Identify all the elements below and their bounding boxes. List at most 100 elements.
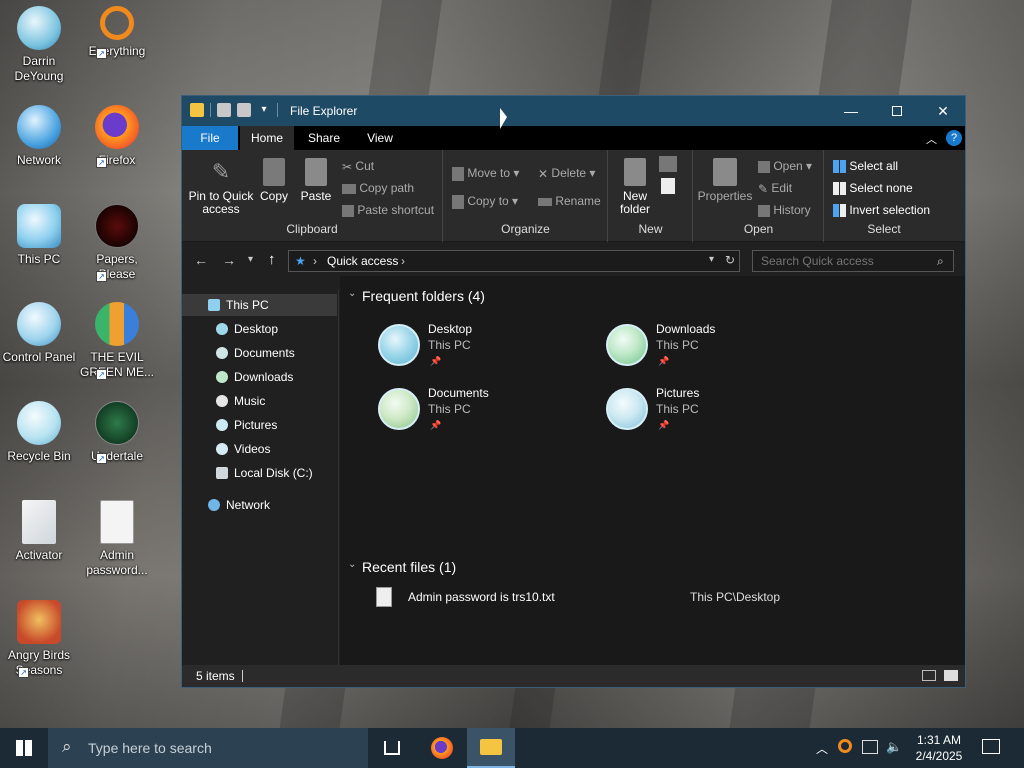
tab-file[interactable]: File bbox=[182, 126, 238, 150]
frequent-folder-desktop[interactable]: Desktop This PC 📌 bbox=[378, 320, 588, 376]
sidebar-item-music[interactable]: Music bbox=[182, 390, 337, 412]
task-view-button[interactable] bbox=[368, 728, 416, 768]
refresh-icon[interactable]: ↻ bbox=[725, 253, 735, 267]
notifications-icon[interactable] bbox=[982, 739, 1000, 754]
volume-icon[interactable]: 🔈 bbox=[886, 739, 902, 755]
paste-shortcut-button[interactable]: Paste shortcut bbox=[342, 203, 434, 217]
organize-group: Move to ▾ Copy to ▾ ✕ Delete ▾ Rename Or… bbox=[444, 150, 608, 242]
new-item-button[interactable] bbox=[659, 156, 677, 172]
open-button[interactable]: Open ▾ bbox=[758, 159, 812, 173]
sidebar-item-label: Downloads bbox=[234, 370, 294, 384]
sidebar-item-desktop[interactable]: Desktop bbox=[182, 318, 337, 340]
copy-path-button[interactable]: Copy path bbox=[342, 181, 414, 195]
delete-button[interactable]: ✕ Delete ▾ bbox=[538, 166, 595, 181]
toolbar-divider bbox=[277, 103, 278, 117]
pin-quick-access-button[interactable]: ✎ Pin to Quick access bbox=[188, 158, 254, 216]
new-folder-button[interactable]: New folder bbox=[615, 158, 655, 216]
invert-selection-button[interactable]: Invert selection bbox=[833, 203, 930, 218]
recent-locations-icon[interactable]: ▾ bbox=[248, 254, 253, 265]
sidebar-item-local-disk[interactable]: Local Disk (C:) bbox=[182, 462, 337, 484]
desktop-icon-activator[interactable]: Activator bbox=[0, 500, 78, 563]
tab-view[interactable]: View bbox=[354, 126, 406, 150]
easy-access-button[interactable] bbox=[661, 178, 675, 194]
taskbar-search[interactable]: ⌕ Type here to search bbox=[48, 728, 368, 768]
forward-icon[interactable]: → bbox=[222, 252, 236, 268]
desktop-icon-network[interactable]: Network bbox=[0, 105, 78, 168]
desktop-icon-evil-green-me[interactable]: ↗ THE EVIL GREEN ME... bbox=[78, 302, 156, 380]
address-bar[interactable]: ★ › Quick access › ▾ ↻ bbox=[288, 250, 740, 272]
desktop-icon-admin-password[interactable]: Admin password... bbox=[78, 500, 156, 578]
folder-icon bbox=[190, 103, 204, 117]
desktop-icon-user-folder[interactable]: Darrin DeYoung bbox=[0, 6, 78, 84]
folder-location: This PC bbox=[428, 402, 471, 416]
minimize-button[interactable]: — bbox=[828, 96, 874, 126]
sidebar-item-pictures[interactable]: Pictures bbox=[182, 414, 337, 436]
address-location: Quick access bbox=[327, 254, 399, 268]
chevron-up-icon[interactable]: ︿ bbox=[926, 131, 937, 147]
properties-button[interactable]: Properties bbox=[696, 158, 754, 203]
tab-share[interactable]: Share bbox=[296, 126, 352, 150]
sidebar-item-documents[interactable]: Documents bbox=[182, 342, 337, 364]
large-icons-view-icon[interactable] bbox=[944, 670, 958, 681]
sidebar-item-downloads[interactable]: Downloads bbox=[182, 366, 337, 388]
edit-button[interactable]: ✎ Edit bbox=[758, 181, 792, 196]
maximize-button[interactable] bbox=[874, 96, 920, 126]
sidebar-item-network[interactable]: Network bbox=[182, 494, 337, 516]
rename-button[interactable]: Rename bbox=[538, 194, 601, 208]
sidebar-item-label: Videos bbox=[234, 442, 271, 456]
desktop-icon-papers-please[interactable]: ↗ Papers, Please bbox=[78, 204, 156, 282]
close-button[interactable]: ✕ bbox=[920, 96, 966, 126]
back-icon[interactable]: ← bbox=[194, 252, 208, 268]
move-to-button[interactable]: Move to ▾ bbox=[452, 166, 519, 181]
copy-to-button[interactable]: Copy to ▾ bbox=[452, 194, 518, 209]
select-none-button[interactable]: Select none bbox=[833, 181, 913, 196]
desktop-icon-firefox[interactable]: ↗ Firefox bbox=[78, 105, 156, 168]
title-bar[interactable]: ▾ File Explorer — ✕ bbox=[182, 96, 965, 126]
history-button[interactable]: History bbox=[758, 203, 811, 217]
desktop-icon-angry-birds[interactable]: ↗ Angry Birds Seasons bbox=[0, 600, 78, 678]
sidebar-item-videos[interactable]: Videos bbox=[182, 438, 337, 460]
chevron-down-icon[interactable]: ▾ bbox=[709, 254, 714, 265]
details-view-icon[interactable] bbox=[922, 670, 936, 681]
frequent-folders-header[interactable]: Frequent folders (4) bbox=[362, 288, 485, 304]
network-tray-icon[interactable] bbox=[862, 740, 878, 754]
chevron-down-icon[interactable]: ⌄ bbox=[348, 288, 356, 299]
desktop-icon-recycle-bin[interactable]: Recycle Bin bbox=[0, 401, 78, 464]
recent-file-name: Admin password is trs10.txt bbox=[408, 590, 555, 604]
copy-button[interactable]: Copy bbox=[258, 158, 290, 203]
help-icon[interactable]: ? bbox=[946, 130, 962, 146]
chevron-up-icon[interactable]: ︿ bbox=[816, 740, 828, 757]
chevron-down-icon[interactable]: ▾ bbox=[257, 103, 271, 117]
frequent-folder-pictures[interactable]: Pictures This PC 📌 bbox=[606, 384, 816, 440]
search-box[interactable]: ⌕ bbox=[752, 250, 954, 272]
taskbar-firefox[interactable] bbox=[418, 728, 466, 768]
desktop-icon-label: Everything bbox=[88, 44, 146, 58]
people-icon bbox=[95, 302, 139, 346]
desktop-icon-undertale[interactable]: ↗ Undertale bbox=[78, 401, 156, 464]
chevron-down-icon[interactable]: ⌄ bbox=[348, 559, 356, 570]
sidebar-item-this-pc[interactable]: This PC bbox=[182, 294, 337, 316]
properties-icon[interactable] bbox=[217, 103, 231, 117]
tab-home[interactable]: Home bbox=[240, 126, 294, 150]
taskbar-file-explorer[interactable] bbox=[467, 728, 515, 768]
globe-icon bbox=[17, 105, 61, 149]
new-folder-icon[interactable] bbox=[237, 103, 251, 117]
cut-button[interactable]: ✂ Cut bbox=[342, 159, 374, 174]
frequent-folder-documents[interactable]: Documents This PC 📌 bbox=[378, 384, 588, 440]
everything-tray-icon[interactable] bbox=[838, 739, 852, 753]
up-icon[interactable]: ↑ bbox=[268, 251, 276, 268]
desktop-icon-everything[interactable]: ↗ Everything bbox=[78, 6, 156, 59]
recent-file-row[interactable]: Admin password is trs10.txt This PC\Desk… bbox=[376, 586, 936, 608]
desktop-icon-this-pc[interactable]: This PC bbox=[0, 204, 78, 267]
clock-date: 2/4/2025 bbox=[915, 749, 963, 763]
recent-files-header[interactable]: Recent files (1) bbox=[362, 559, 456, 575]
folder-location: This PC bbox=[428, 338, 471, 352]
desktop-icon-control-panel[interactable]: Control Panel bbox=[0, 302, 78, 365]
search-input[interactable] bbox=[753, 251, 933, 271]
select-all-button[interactable]: Select all bbox=[833, 159, 898, 174]
start-button[interactable] bbox=[0, 728, 48, 768]
clock[interactable]: 1:31 AM 2/4/2025 bbox=[908, 732, 970, 764]
frequent-folder-downloads[interactable]: Downloads This PC 📌 bbox=[606, 320, 816, 376]
paste-button[interactable]: Paste bbox=[298, 158, 334, 203]
desktop-icon-label: This PC bbox=[17, 252, 61, 266]
